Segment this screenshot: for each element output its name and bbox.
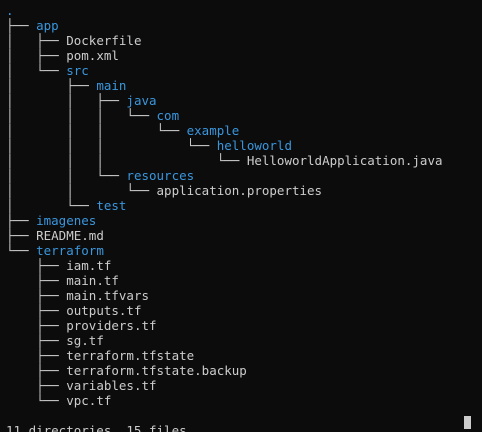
- file-name: main.tfvars: [66, 288, 150, 303]
- file-name: terraform.tfstate: [66, 348, 195, 363]
- directory-name: terraform: [36, 243, 104, 258]
- tree-branch: ├──: [6, 213, 37, 228]
- file-name: HelloworldApplication.java: [246, 153, 443, 168]
- tree-line: │ ├── pom.xml: [6, 48, 443, 63]
- tree-line: ├── iam.tf: [6, 258, 443, 273]
- directory-name: resources: [126, 168, 195, 183]
- directory-name: java: [126, 93, 157, 108]
- tree-line: ├── providers.tf: [6, 318, 443, 333]
- tree-line: ├── terraform.tfstate.backup: [6, 363, 443, 378]
- tree-line: ├── terraform.tfstate: [6, 348, 443, 363]
- file-name: iam.tf: [66, 258, 112, 273]
- file-name: providers.tf: [66, 318, 157, 333]
- tree-branch: │ │ ├──: [6, 93, 127, 108]
- tree-line: ├── imagenes: [6, 213, 443, 228]
- directory-name: test: [96, 198, 127, 213]
- tree-branch: │ │ │ └──: [6, 138, 217, 153]
- file-name: Dockerfile: [66, 33, 142, 48]
- tree-line: .: [6, 3, 443, 18]
- tree-line: │ │ ├── java: [6, 93, 443, 108]
- directory-name: .: [6, 3, 14, 18]
- terminal-window[interactable]: . ├── app │ ├── Dockerfile │ ├── pom.xml │ └…: [0, 0, 482, 432]
- tree-branch: │ └──: [6, 63, 67, 78]
- file-name: pom.xml: [66, 48, 119, 63]
- tree-branch: ├──: [6, 258, 67, 273]
- tree-line: │ │ │ └── example: [6, 123, 443, 138]
- tree-line: ├── README.md: [6, 228, 443, 243]
- tree-branch: │ │ └──: [6, 183, 157, 198]
- tree-branch: │ │ │ └──: [6, 108, 157, 123]
- tree-branch: ├──: [6, 333, 67, 348]
- directory-name: main: [96, 78, 127, 93]
- directory-name: app: [36, 18, 59, 33]
- tree-line: ├── main.tf: [6, 273, 443, 288]
- tree-branch: │ ├──: [6, 78, 97, 93]
- tree-line: ├── sg.tf: [6, 333, 443, 348]
- terminal-cursor: [464, 416, 471, 429]
- tree-branch: │ │ │ └──: [6, 123, 187, 138]
- tree-line: │ │ │ └── helloworld: [6, 138, 443, 153]
- file-name: README.md: [36, 228, 104, 243]
- file-name: terraform.tfstate.backup: [66, 363, 247, 378]
- tree-summary: 11 directories, 15 files: [6, 423, 187, 432]
- file-name: sg.tf: [66, 333, 104, 348]
- tree-branch: ├──: [6, 273, 67, 288]
- tree-line: │ │ │ └── com: [6, 108, 443, 123]
- tree-line: │ │ └── resources: [6, 168, 443, 183]
- tree-branch: │ │ └──: [6, 168, 127, 183]
- tree-branch: │ │ │ └──: [6, 153, 247, 168]
- directory-name: com: [156, 108, 180, 123]
- tree-line: ├── main.tfvars: [6, 288, 443, 303]
- tree-branch: ├──: [6, 288, 67, 303]
- tree-branch: ├──: [6, 303, 67, 318]
- directory-name: helloworld: [216, 138, 292, 153]
- tree-branch: ├──: [6, 348, 67, 363]
- tree-branch: ├──: [6, 363, 67, 378]
- tree-branch: ├──: [6, 18, 37, 33]
- tree-branch: └──: [6, 393, 67, 408]
- file-name: main.tf: [66, 273, 119, 288]
- tree-branch: │ ├──: [6, 33, 67, 48]
- tree-line: │ ├── Dockerfile: [6, 33, 443, 48]
- tree-line: ├── variables.tf: [6, 378, 443, 393]
- directory-name: src: [66, 63, 89, 78]
- tree-line: ├── outputs.tf: [6, 303, 443, 318]
- file-name: vpc.tf: [66, 393, 112, 408]
- directory-name: example: [186, 123, 240, 138]
- tree-branch: └──: [6, 243, 37, 258]
- tree-branch: │ └──: [6, 198, 97, 213]
- tree-line: ├── app: [6, 18, 443, 33]
- file-name: variables.tf: [66, 378, 157, 393]
- tree-output: . ├── app │ ├── Dockerfile │ ├── pom.xml │ └…: [6, 3, 443, 432]
- file-name: application.properties: [156, 183, 323, 198]
- tree-line: │ │ │ └── HelloworldApplication.java: [6, 153, 443, 168]
- tree-branch: ├──: [6, 378, 67, 393]
- directory-name: imagenes: [36, 213, 97, 228]
- tree-line: │ └── src: [6, 63, 443, 78]
- tree-line: └── terraform: [6, 243, 443, 258]
- tree-line: └── vpc.tf: [6, 393, 443, 408]
- tree-branch: │ ├──: [6, 48, 67, 63]
- tree-line: │ ├── main: [6, 78, 443, 93]
- tree-branch: ├──: [6, 228, 37, 243]
- file-name: outputs.tf: [66, 303, 142, 318]
- tree-branch: ├──: [6, 318, 67, 333]
- tree-line: │ └── test: [6, 198, 443, 213]
- tree-line: │ │ └── application.properties: [6, 183, 443, 198]
